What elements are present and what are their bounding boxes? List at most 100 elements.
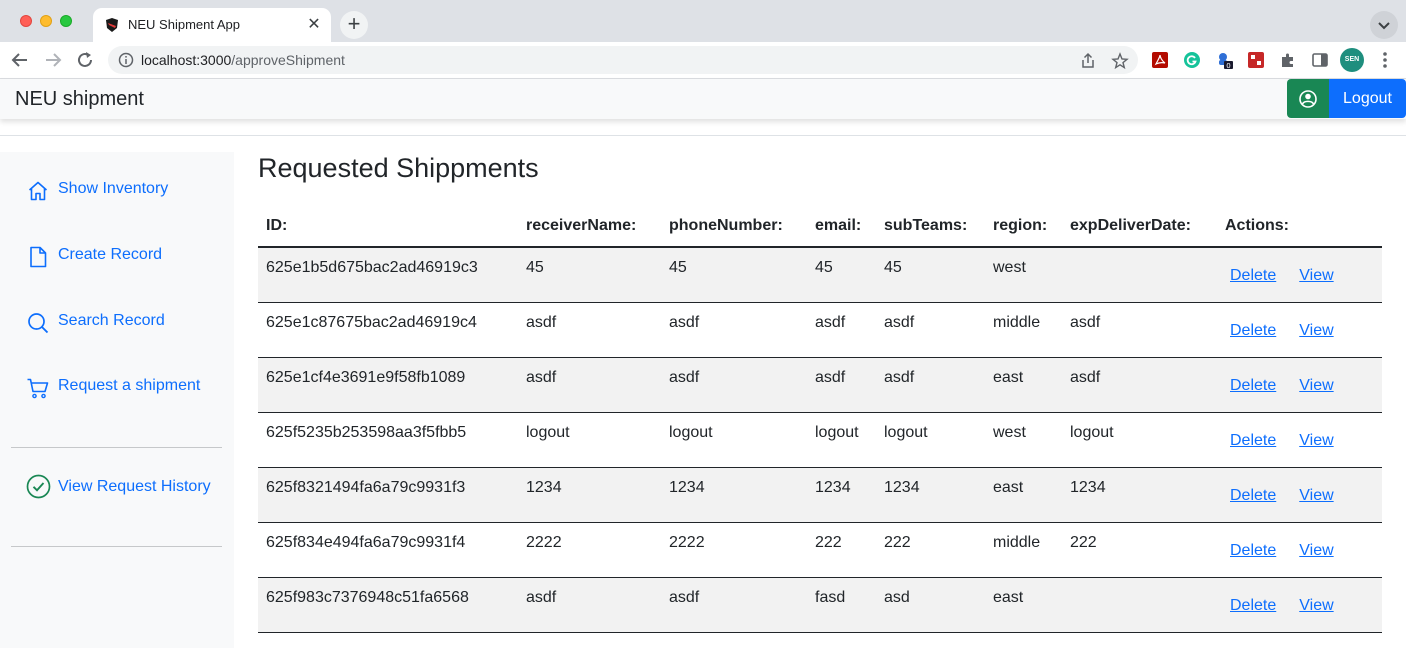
search-icon — [28, 313, 49, 334]
cell-receiverName: logout — [518, 412, 661, 468]
table-row: 625f5235b253598aa3f5fbb5 logout logout logo… — [258, 412, 1382, 468]
user-circle-icon — [1299, 90, 1317, 108]
window-maximize-button[interactable] — [60, 15, 72, 27]
cart-icon — [27, 378, 49, 399]
table-row: 625f834e494fa6a79c9931f4 2222 2222 222 222 mi… — [258, 522, 1382, 578]
forward-arrow-icon[interactable] — [42, 49, 64, 71]
delete-link[interactable]: Delete — [1230, 267, 1276, 284]
delete-link[interactable]: Delete — [1230, 487, 1276, 504]
tab-close-icon[interactable]: ✕ — [305, 16, 323, 34]
cell-region: middle — [985, 522, 1062, 578]
column-header: email: — [807, 206, 876, 248]
view-link[interactable]: View — [1299, 267, 1333, 284]
url-text[interactable]: localhost:3000/approveShipment — [141, 52, 345, 68]
view-link[interactable]: View — [1299, 432, 1333, 449]
cell-subTeams: asdf — [876, 357, 985, 413]
view-link[interactable]: View — [1299, 322, 1333, 339]
column-header: receiverName: — [518, 206, 661, 248]
page-title: Requested Shippments — [258, 153, 539, 183]
cell-subTeams: logout — [876, 412, 985, 468]
reload-icon[interactable] — [74, 49, 96, 71]
cell-region: west — [985, 247, 1062, 303]
cell-receiverName: 1234 — [518, 467, 661, 523]
shipments-table: ID: receiverName: phoneNumber: email: su… — [258, 206, 1382, 633]
logout-button[interactable]: Logout — [1329, 79, 1406, 118]
window-minimize-button[interactable] — [40, 15, 52, 27]
more-options-icon[interactable] — [1378, 50, 1392, 70]
column-header: expDeliverDate: — [1062, 206, 1217, 248]
sidebar-item-view-request-history[interactable]: View Request History — [26, 474, 216, 500]
pdf-extension-icon[interactable] — [1151, 51, 1169, 69]
user-profile-button[interactable] — [1287, 79, 1329, 118]
cell-expDeliverDate: 1234 — [1062, 467, 1217, 523]
url-host: localhost:3000 — [141, 52, 232, 68]
browser-tab[interactable]: NEU Shipment App ✕ — [93, 8, 331, 42]
extension-badge-count: 0 — [1226, 62, 1230, 69]
cell-expDeliverDate: logout — [1062, 412, 1217, 468]
back-arrow-icon[interactable] — [9, 49, 31, 71]
cell-id: 625e1c87675bac2ad46919c4 — [258, 302, 518, 358]
cell-region: middle — [985, 302, 1062, 358]
sidebar: Show Inventory Create Record Search Reco… — [0, 152, 234, 648]
row-actions: Delete View — [1217, 577, 1382, 633]
cell-email: logout — [807, 412, 876, 468]
delete-link[interactable]: Delete — [1230, 432, 1276, 449]
cell-phoneNumber: asdf — [661, 357, 807, 413]
cell-id: 625e1b5d675bac2ad46919c3 — [258, 247, 518, 303]
browser-tab-bar: NEU Shipment App ✕ + — [0, 0, 1406, 42]
table-row: 625e1b5d675bac2ad46919c3 45 45 45 45 west Dele… — [258, 247, 1382, 303]
cell-receiverName: asdf — [518, 302, 661, 358]
side-panel-icon[interactable] — [1311, 51, 1329, 69]
sidebar-item-label: Search Record — [58, 312, 165, 329]
window-close-button[interactable] — [20, 15, 32, 27]
new-tab-button[interactable]: + — [340, 11, 368, 39]
cell-id: 625f8321494fa6a79c9931f3 — [258, 467, 518, 523]
cell-expDeliverDate — [1062, 247, 1217, 303]
profile-avatar[interactable]: SEN — [1340, 48, 1364, 72]
cell-subTeams: 45 — [876, 247, 985, 303]
view-link[interactable]: View — [1299, 542, 1333, 559]
cell-id: 625f5235b253598aa3f5fbb5 — [258, 412, 518, 468]
cell-email: asdf — [807, 302, 876, 358]
brand-title[interactable]: NEU shipment — [15, 88, 144, 111]
info-icon[interactable] — [118, 52, 134, 68]
file-icon — [30, 246, 47, 268]
cell-region: east — [985, 577, 1062, 633]
cell-receiverName: asdf — [518, 577, 661, 633]
address-bar[interactable]: localhost:3000/approveShipment — [108, 46, 1138, 74]
table-row: 625f8321494fa6a79c9931f3 1234 1234 1234 1234… — [258, 467, 1382, 523]
share-icon[interactable] — [1079, 52, 1097, 70]
delete-link[interactable]: Delete — [1230, 377, 1276, 394]
row-actions: Delete View — [1217, 467, 1382, 523]
puzzle-extensions-icon[interactable] — [1279, 51, 1297, 69]
row-actions: Delete View — [1217, 412, 1382, 468]
tab-search-button[interactable] — [1370, 11, 1398, 39]
cell-phoneNumber: 1234 — [661, 467, 807, 523]
cell-phoneNumber: asdf — [661, 302, 807, 358]
view-link[interactable]: View — [1299, 377, 1333, 394]
row-actions: Delete View — [1217, 302, 1382, 358]
red-extension-icon[interactable] — [1247, 51, 1265, 69]
extension-icon-badge[interactable]: 0 — [1215, 51, 1233, 69]
browser-toolbar: localhost:3000/approveShipment 0 SEN — [0, 42, 1406, 79]
tab-favicon-icon — [106, 18, 118, 32]
cell-receiverName: 45 — [518, 247, 661, 303]
table-header-row: ID: receiverName: phoneNumber: email: su… — [258, 206, 1382, 248]
grammarly-extension-icon[interactable] — [1183, 51, 1201, 69]
view-link[interactable]: View — [1299, 487, 1333, 504]
cell-phoneNumber: 45 — [661, 247, 807, 303]
delete-link[interactable]: Delete — [1230, 542, 1276, 559]
cell-email: 1234 — [807, 467, 876, 523]
bookmark-star-icon[interactable] — [1111, 52, 1129, 70]
url-path: /approveShipment — [231, 52, 345, 68]
cell-region: west — [985, 412, 1062, 468]
tab-title: NEU Shipment App — [128, 17, 241, 32]
cell-subTeams: asd — [876, 577, 985, 633]
delete-link[interactable]: Delete — [1230, 597, 1276, 614]
cell-phoneNumber: logout — [661, 412, 807, 468]
sidebar-item-label: View Request History — [58, 478, 211, 495]
sidebar-divider — [11, 546, 222, 547]
delete-link[interactable]: Delete — [1230, 322, 1276, 339]
cell-email: 222 — [807, 522, 876, 578]
view-link[interactable]: View — [1299, 597, 1333, 614]
